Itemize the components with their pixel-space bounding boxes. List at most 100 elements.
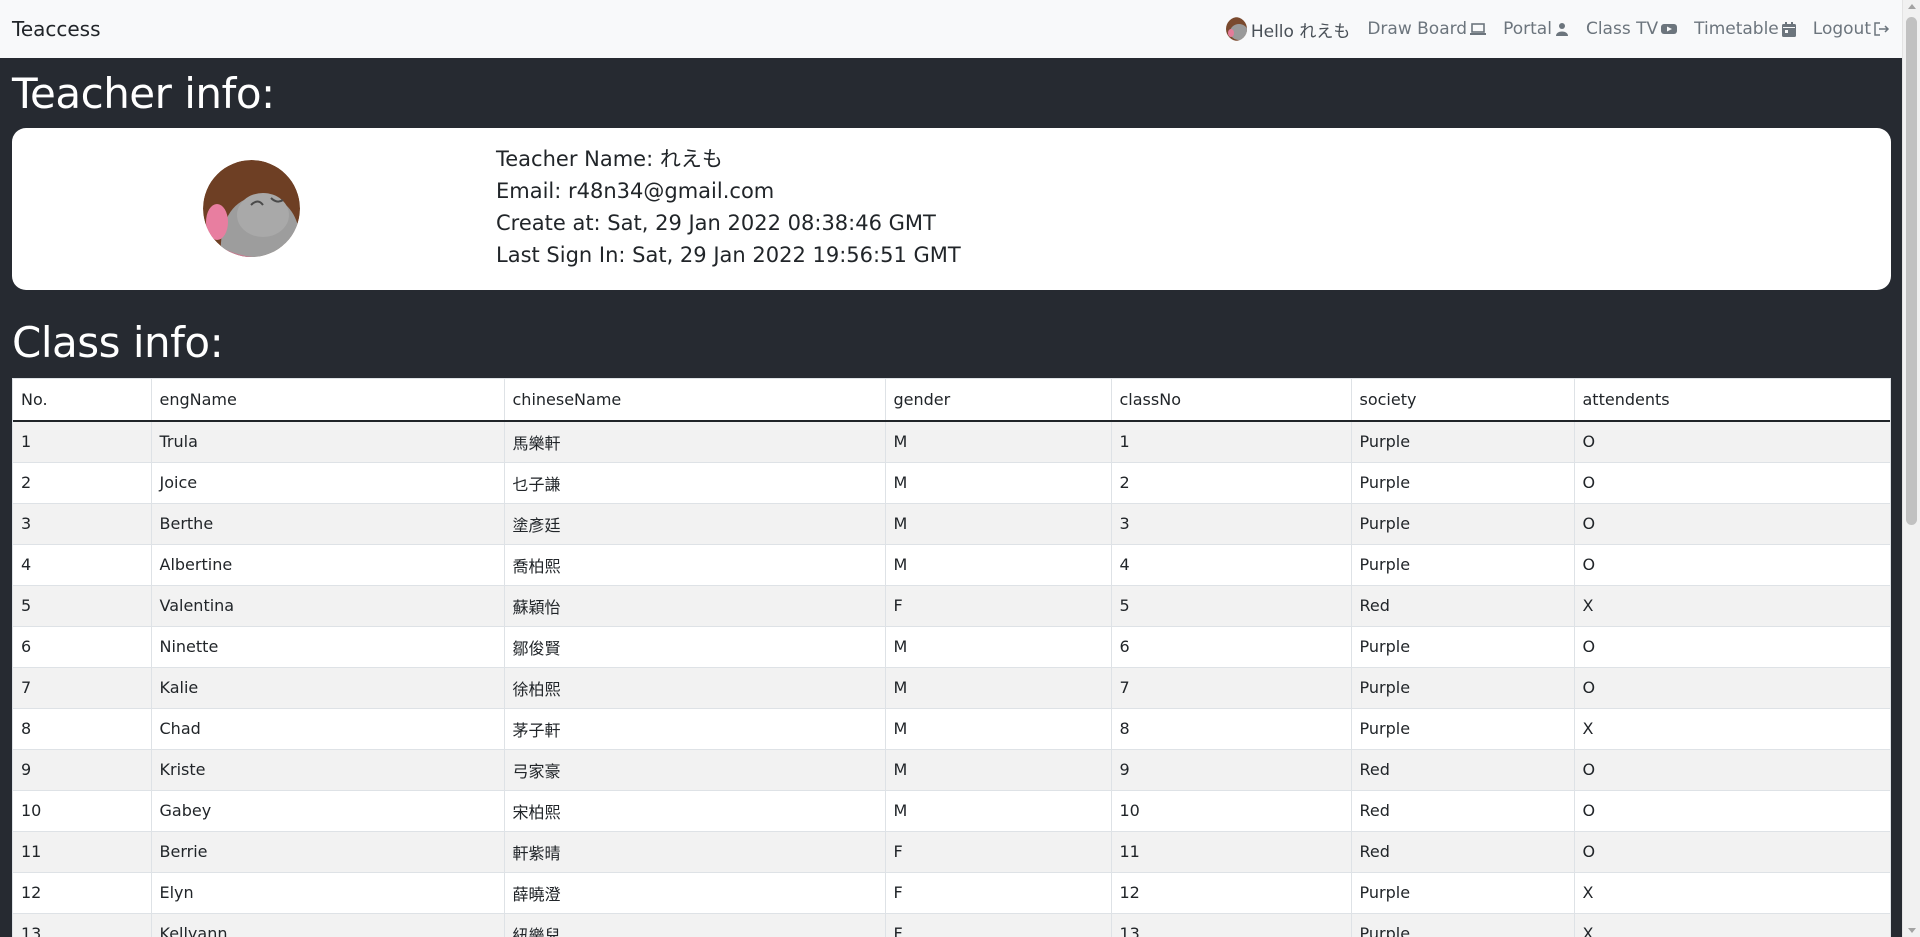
- table-row[interactable]: 7 Kalie 徐柏熙 M 7 Purple O: [13, 666, 1890, 708]
- teacher-created-row: Create at: Sat, 29 Jan 2022 08:38:46 GMT: [496, 207, 961, 239]
- table-cell: M: [884, 461, 1111, 503]
- table-cell: M: [884, 707, 1111, 749]
- table-cell: Purple: [1350, 420, 1574, 462]
- user-avatar: [1223, 17, 1247, 41]
- table-cell: 1: [13, 420, 151, 462]
- portal-label: Portal: [1503, 19, 1552, 39]
- nav-logout[interactable]: Logout: [1813, 19, 1890, 39]
- table-cell: Chad: [150, 707, 504, 749]
- table-cell: X: [1573, 912, 1890, 937]
- table-cell: O: [1573, 625, 1890, 667]
- table-cell: 6: [1110, 625, 1351, 667]
- table-row[interactable]: 6 Ninette 鄒俊賢 M 6 Purple O: [13, 625, 1890, 667]
- table-cell: Purple: [1350, 502, 1574, 544]
- table-cell: X: [1573, 584, 1890, 626]
- table-cell: 紐樂兒: [503, 912, 885, 937]
- column-header[interactable]: engName: [150, 379, 504, 422]
- table-row[interactable]: 10 Gabey 宋柏熙 M 10 Red O: [13, 789, 1890, 831]
- nav-timetable[interactable]: Timetable: [1694, 19, 1796, 39]
- table-cell: 3: [1110, 502, 1351, 544]
- teacher-email-row: Email: r48n34@gmail.com: [496, 175, 961, 207]
- table-row[interactable]: 13 Kellyann 紐樂兒 F 13 Purple X: [13, 912, 1890, 937]
- table-cell: 弓家豪: [503, 748, 885, 790]
- table-cell: O: [1573, 461, 1890, 503]
- class-table: No. engName chineseName gender classNo s…: [13, 379, 1890, 937]
- table-cell: 1: [1110, 420, 1351, 462]
- table-cell: O: [1573, 543, 1890, 585]
- table-cell: Purple: [1350, 543, 1574, 585]
- table-cell: 4: [1110, 543, 1351, 585]
- table-cell: Berrie: [150, 830, 504, 872]
- table-cell: 9: [1110, 748, 1351, 790]
- table-row[interactable]: 8 Chad 茅子軒 M 8 Purple X: [13, 707, 1890, 749]
- teacher-details: Teacher Name: れえも Email: r48n34@gmail.co…: [496, 143, 961, 271]
- table-cell: M: [884, 543, 1111, 585]
- table-cell: 8: [13, 707, 151, 749]
- teacher-created-at: Create at: Sat, 29 Jan 2022 08:38:46 GMT: [496, 211, 936, 235]
- table-cell: Ninette: [150, 625, 504, 667]
- column-header[interactable]: attendents: [1573, 379, 1890, 422]
- table-cell: M: [884, 625, 1111, 667]
- table-cell: M: [884, 789, 1111, 831]
- table-row[interactable]: 12 Elyn 薛曉澄 F 12 Purple X: [13, 871, 1890, 913]
- class-table-container: No. engName chineseName gender classNo s…: [12, 378, 1891, 937]
- table-cell: 塗彥廷: [503, 502, 885, 544]
- page-scrollbar[interactable]: [1902, 0, 1920, 937]
- nav-portal[interactable]: Portal: [1503, 19, 1569, 39]
- table-row[interactable]: 1 Trula 馬樂軒 M 1 Purple O: [13, 420, 1890, 462]
- table-row[interactable]: 11 Berrie 軒紫晴 F 11 Red O: [13, 830, 1890, 872]
- table-cell: 茅子軒: [503, 707, 885, 749]
- table-cell: 5: [13, 584, 151, 626]
- table-cell: 4: [13, 543, 151, 585]
- table-cell: Red: [1350, 584, 1574, 626]
- column-header[interactable]: society: [1350, 379, 1574, 422]
- teacher-avatar: [203, 160, 300, 257]
- logout-label: Logout: [1812, 19, 1871, 39]
- teacher-name: Teacher Name: れえも: [496, 147, 723, 171]
- table-row[interactable]: 9 Kriste 弓家豪 M 9 Red O: [13, 748, 1890, 790]
- table-cell: Kalie: [150, 666, 504, 708]
- table-cell: F: [884, 912, 1111, 937]
- scroll-up-arrow-icon[interactable]: [1908, 4, 1916, 9]
- table-cell: Red: [1350, 830, 1574, 872]
- table-cell: O: [1573, 789, 1890, 831]
- draw-board-label: Draw Board: [1367, 19, 1468, 39]
- table-cell: 13: [1110, 912, 1351, 937]
- youtube-icon: [1661, 24, 1678, 34]
- nav-draw-board[interactable]: Draw Board: [1367, 19, 1487, 39]
- column-header[interactable]: classNo: [1110, 379, 1351, 422]
- table-cell: 9: [13, 748, 151, 790]
- column-header[interactable]: No.: [13, 379, 151, 422]
- scrollbar-thumb[interactable]: [1906, 17, 1917, 525]
- table-cell: 2: [1110, 461, 1351, 503]
- table-row[interactable]: 3 Berthe 塗彥廷 M 3 Purple O: [13, 502, 1890, 544]
- table-row[interactable]: 2 Joice 乜子謙 M 2 Purple O: [13, 461, 1890, 503]
- table-cell: F: [884, 584, 1111, 626]
- table-cell: X: [1573, 871, 1890, 913]
- nav-class-tv[interactable]: Class TV: [1585, 19, 1678, 39]
- timetable-label: Timetable: [1694, 19, 1779, 39]
- table-cell: F: [884, 830, 1111, 872]
- table-cell: 3: [13, 502, 151, 544]
- table-row[interactable]: 4 Albertine 喬柏熙 M 4 Purple O: [13, 543, 1890, 585]
- teacher-name-row: Teacher Name: れえも: [496, 143, 961, 175]
- table-cell: F: [884, 871, 1111, 913]
- top-navbar: Teaccess Hello れえも Draw Board Portal Cla…: [0, 0, 1902, 58]
- table-cell: 薛曉澄: [503, 871, 885, 913]
- column-header[interactable]: chineseName: [503, 379, 885, 422]
- class-tv-label: Class TV: [1585, 19, 1659, 39]
- table-cell: 11: [13, 830, 151, 872]
- table-cell: O: [1573, 502, 1890, 544]
- nav-menu: Hello れえも Draw Board Portal Class TV Tim: [1223, 17, 1890, 42]
- user-greeting[interactable]: Hello れえも: [1223, 17, 1350, 42]
- table-cell: 2: [13, 461, 151, 503]
- scroll-down-arrow-icon[interactable]: [1908, 928, 1916, 933]
- column-header[interactable]: gender: [884, 379, 1111, 422]
- brand-logo-text[interactable]: Teaccess: [12, 17, 101, 41]
- table-cell: Elyn: [150, 871, 504, 913]
- table-cell: Purple: [1350, 666, 1574, 708]
- table-cell: M: [884, 502, 1111, 544]
- table-cell: 徐柏熙: [503, 666, 885, 708]
- table-row[interactable]: 5 Valentina 蘇穎怡 F 5 Red X: [13, 584, 1890, 626]
- table-cell: 6: [13, 625, 151, 667]
